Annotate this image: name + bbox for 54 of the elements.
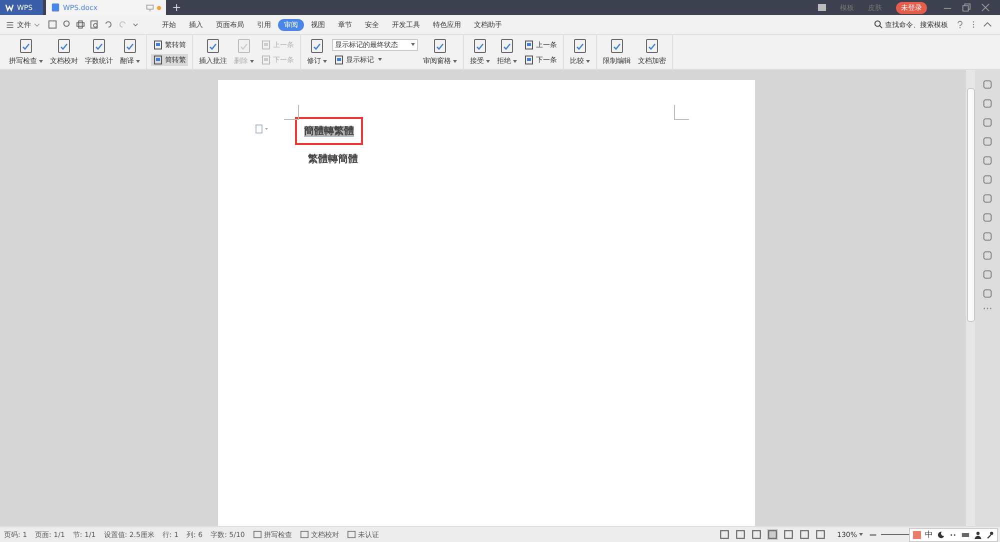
scrollbar[interactable] (966, 70, 975, 526)
more-icon[interactable] (983, 307, 992, 310)
tool-icon (309, 38, 325, 54)
monitor-icon (146, 4, 154, 12)
tool-icon (472, 38, 488, 54)
tool-icon (18, 38, 34, 54)
unsaved-dot (157, 6, 161, 10)
wrench-icon[interactable] (986, 530, 994, 538)
caret-icon (323, 60, 327, 62)
tool-icon (346, 530, 356, 539)
close-icon[interactable] (981, 3, 990, 12)
moon-icon[interactable] (937, 530, 945, 538)
ime-mode[interactable]: 中 (925, 529, 933, 540)
tool-icon (644, 38, 660, 54)
logo-icon (5, 3, 14, 12)
print-icon[interactable] (76, 20, 85, 29)
tool-icon (236, 38, 252, 54)
keyboard-icon[interactable] (961, 530, 970, 538)
tool-icon (91, 38, 107, 54)
tool-icon (499, 38, 515, 54)
tool-icon (432, 38, 448, 54)
caret-icon (250, 60, 254, 62)
caret-icon (859, 533, 863, 536)
tool-icon (56, 38, 72, 54)
tool-icon (609, 38, 625, 54)
document-text: 繁體轉簡體 (307, 152, 359, 167)
dropdown-icon[interactable] (132, 21, 139, 28)
tool-icon (122, 38, 138, 54)
menu-icon (6, 20, 14, 28)
tool-icon (572, 38, 588, 54)
document-icon (51, 3, 60, 12)
document-text: 簡體轉繁體 (298, 120, 360, 142)
search-icon (874, 20, 883, 29)
new-tab-button[interactable]: + (172, 1, 182, 14)
caret-icon (453, 60, 457, 62)
tool-icon (300, 530, 309, 539)
tool-icon (205, 38, 221, 54)
chevron-icon (34, 22, 40, 28)
caret-icon (411, 43, 415, 46)
caret-icon (586, 60, 590, 62)
caret-icon (486, 60, 490, 62)
ime-logo-icon[interactable] (913, 530, 921, 538)
undo-icon[interactable] (104, 20, 113, 29)
collapse-icon[interactable] (983, 20, 992, 29)
preview-icon[interactable] (90, 20, 99, 29)
tool-icon (252, 530, 262, 539)
caret-icon (136, 60, 140, 62)
caret-icon (378, 58, 382, 61)
tool-icon (334, 54, 344, 64)
caret-icon (39, 60, 43, 62)
user-icon[interactable] (974, 530, 982, 538)
restore-icon[interactable] (962, 3, 971, 12)
more-icon[interactable] (972, 20, 975, 29)
caret-icon (513, 60, 517, 62)
